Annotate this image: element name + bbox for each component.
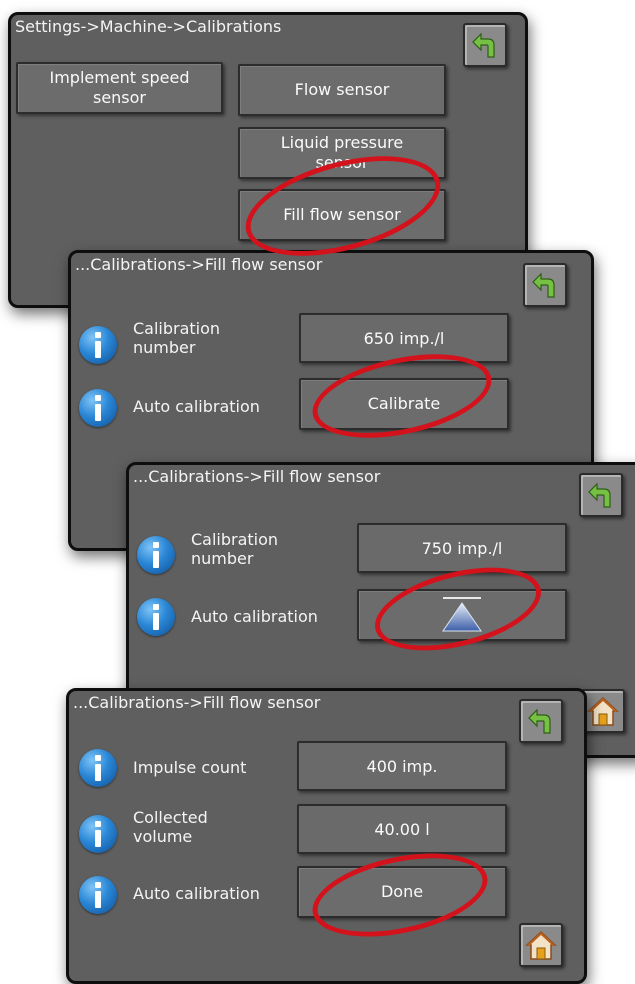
implement-speed-sensor-button[interactable]: Implement speed sensor xyxy=(16,62,223,114)
info-icon[interactable] xyxy=(137,598,175,636)
fill-flow-sensor-button[interactable]: Fill flow sensor xyxy=(238,189,446,241)
back-button[interactable] xyxy=(519,699,563,743)
back-arrow-icon xyxy=(588,482,611,508)
back-button[interactable] xyxy=(523,263,567,307)
screen-title: ...Calibrations->Fill flow sensor xyxy=(75,255,323,274)
info-icon[interactable] xyxy=(79,815,117,853)
hourglass-icon xyxy=(442,597,482,632)
calibration-number-label: Calibration number xyxy=(133,319,221,357)
home-button[interactable] xyxy=(581,689,625,733)
auto-calibration-label: Auto calibration xyxy=(133,884,260,903)
back-arrow-icon xyxy=(528,708,551,734)
impulse-count-field[interactable]: 400 imp. xyxy=(297,741,507,791)
home-icon xyxy=(587,696,619,726)
done-button[interactable]: Done xyxy=(297,866,507,918)
back-button[interactable] xyxy=(579,473,623,517)
fill-flow-sensor-result-screen: ...Calibrations->Fill flow sensor Impuls… xyxy=(66,688,587,984)
auto-calibration-label: Auto calibration xyxy=(191,607,318,626)
info-icon[interactable] xyxy=(79,749,117,787)
info-icon[interactable] xyxy=(79,389,117,427)
calibration-number-label: Calibration number xyxy=(191,530,279,568)
calibration-number-field[interactable]: 750 imp./l xyxy=(357,523,567,573)
flow-sensor-button[interactable]: Flow sensor xyxy=(238,64,446,116)
screen-title: ...Calibrations->Fill flow sensor xyxy=(73,693,321,712)
back-arrow-icon xyxy=(532,272,555,298)
home-button[interactable] xyxy=(519,923,563,967)
collected-volume-field[interactable]: 40.00 l xyxy=(297,804,507,854)
liquid-pressure-sensor-button[interactable]: Liquid pressure sensor xyxy=(238,127,446,179)
home-icon xyxy=(525,930,557,960)
info-icon[interactable] xyxy=(79,876,117,914)
auto-calibration-progress-button[interactable] xyxy=(357,589,567,641)
impulse-count-label: Impulse count xyxy=(133,758,247,777)
screen-title: Settings->Machine->Calibrations xyxy=(15,17,282,36)
info-icon[interactable] xyxy=(137,536,175,574)
info-icon[interactable] xyxy=(79,326,117,364)
auto-calibration-label: Auto calibration xyxy=(133,397,260,416)
calibrate-button[interactable]: Calibrate xyxy=(299,378,509,430)
back-button[interactable] xyxy=(463,23,507,67)
collected-volume-label: Collected volume xyxy=(133,808,208,846)
calibration-number-field[interactable]: 650 imp./l xyxy=(299,313,509,363)
back-arrow-icon xyxy=(472,32,495,58)
screen-title: ...Calibrations->Fill flow sensor xyxy=(133,467,381,486)
